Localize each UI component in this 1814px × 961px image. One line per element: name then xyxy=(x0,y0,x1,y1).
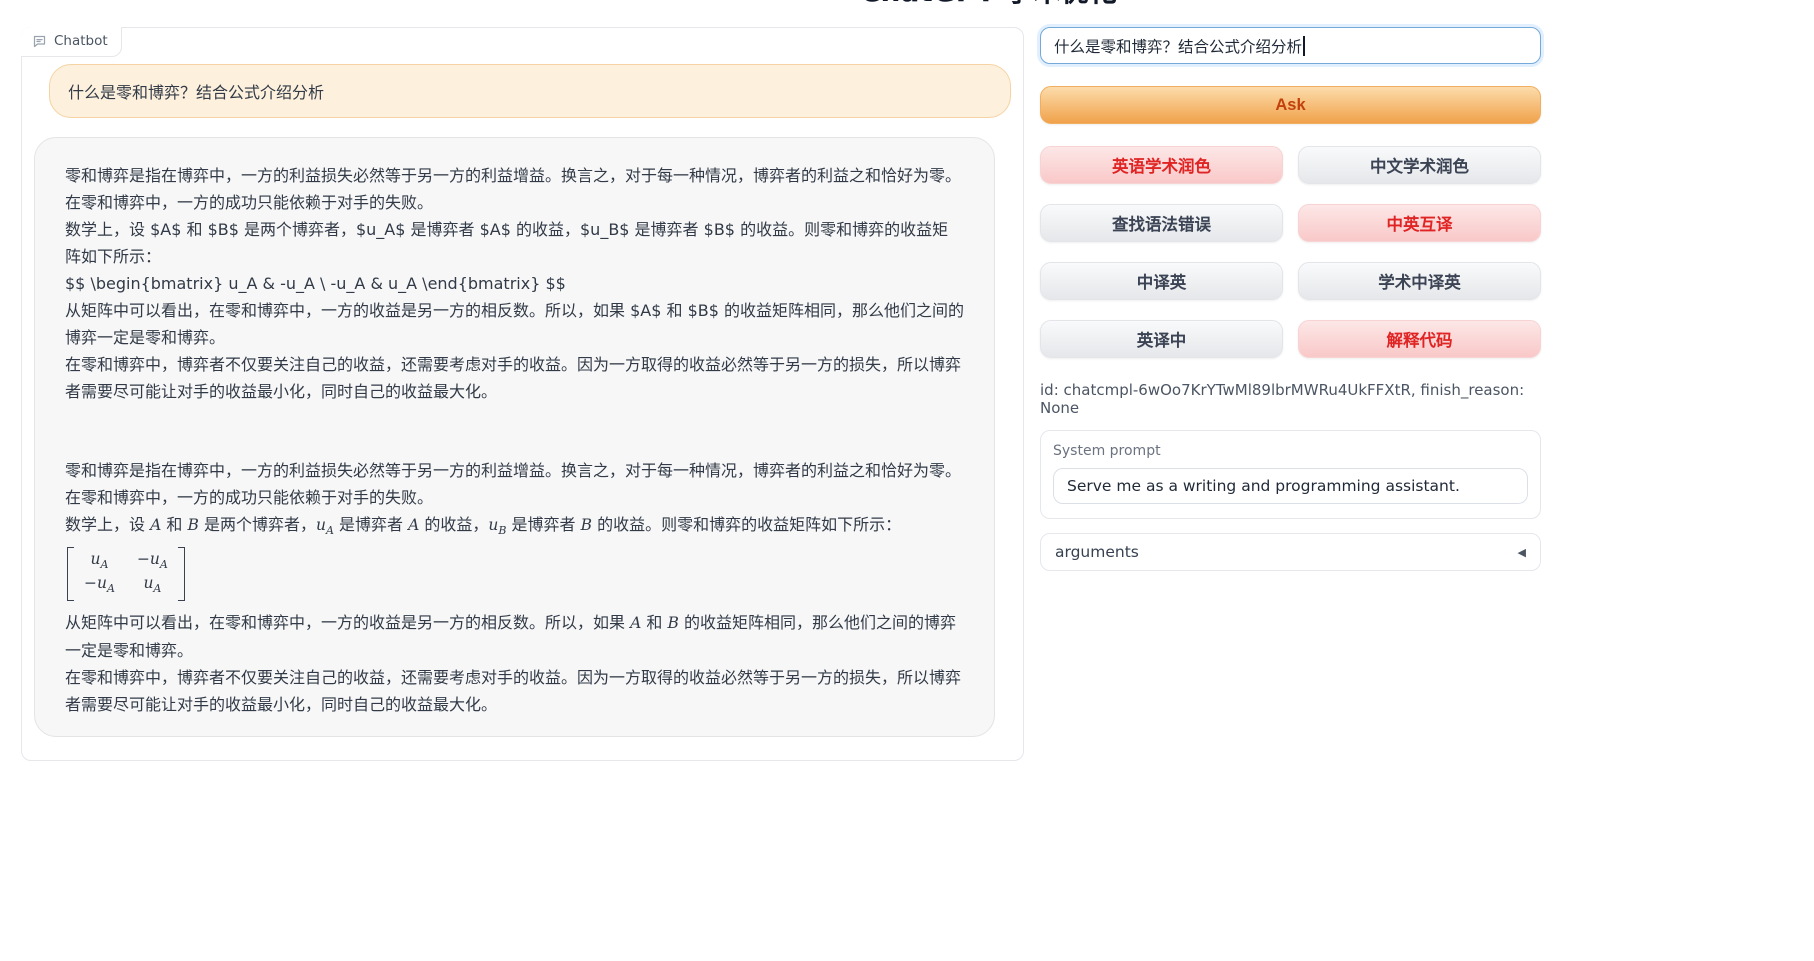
text-run: 从矩阵中可以看出，在零和博弈中，一方的收益是另一方的相反数。所以，如果 xyxy=(65,613,630,632)
system-prompt-input[interactable]: Serve me as a writing and programming as… xyxy=(1053,468,1528,504)
user-message-bubble: 什么是零和博弈？结合公式介绍分析 xyxy=(49,64,1011,118)
bot-rendered-paragraph: 从矩阵中可以看出，在零和博弈中，一方的收益是另一方的相反数。所以，如果 A 和 … xyxy=(65,609,964,664)
matrix-right-bracket xyxy=(178,547,185,601)
message-list: 什么是零和博弈？结合公式介绍分析 零和博弈是指在博弈中，一方的利益损失必然等于另… xyxy=(22,28,1023,737)
question-input-value: 什么是零和博弈？结合公式介绍分析 xyxy=(1054,35,1302,57)
bot-raw-paragraph: 在零和博弈中，博弈者不仅要关注自己的收益，还需要考虑对手的收益。因为一方取得的收… xyxy=(65,351,964,405)
bot-raw-paragraph: 从矩阵中可以看出，在零和博弈中，一方的收益是另一方的相反数。所以，如果 $A$ … xyxy=(65,297,964,351)
button-explain-code[interactable]: 解释代码 xyxy=(1298,320,1541,358)
text-run: 和 xyxy=(641,613,667,632)
user-message-text: 什么是零和博弈？结合公式介绍分析 xyxy=(68,79,324,103)
math-var: B xyxy=(581,516,592,534)
matrix-cell: uA xyxy=(84,550,115,574)
math-var: A xyxy=(630,614,641,632)
matrix-cell: −uA xyxy=(84,574,115,598)
control-panel: 什么是零和博弈？结合公式介绍分析 Ask 英语学术润色 中文学术润色 查找语法错… xyxy=(1040,27,1541,571)
math-var: B xyxy=(187,516,198,534)
math-var: B xyxy=(667,614,678,632)
page-title: ChatGPT 学术优化 xyxy=(860,0,1120,8)
matrix-cell: uA xyxy=(137,574,168,598)
arguments-accordion-label: arguments xyxy=(1055,543,1139,561)
button-academic-zh-to-en[interactable]: 学术中译英 xyxy=(1298,262,1541,300)
quick-action-grid: 英语学术润色 中文学术润色 查找语法错误 中英互译 中译英 学术中译英 英译中 … xyxy=(1040,146,1541,358)
bot-answer-raw: 零和博弈是指在博弈中，一方的利益损失必然等于另一方的利益增益。换言之，对于每一种… xyxy=(65,162,964,405)
chatbot-panel: Chatbot 什么是零和博弈？结合公式介绍分析 零和博弈是指在博弈中，一方的利… xyxy=(21,27,1024,761)
bot-raw-paragraph: 数学上，设 $A$ 和 $B$ 是两个博弈者，$u_A$ 是博弈者 $A$ 的收… xyxy=(65,216,964,270)
button-zh-en-mutual-translate[interactable]: 中英互译 xyxy=(1298,204,1541,242)
chatbot-label: Chatbot xyxy=(21,27,122,57)
chatbot-label-text: Chatbot xyxy=(54,33,108,49)
collapse-arrow-icon: ◀ xyxy=(1518,546,1526,559)
matrix-left-bracket xyxy=(67,547,74,601)
math-var: uA xyxy=(316,516,334,534)
text-run: 是博弈者 xyxy=(334,515,408,534)
text-run: 的收益， xyxy=(419,515,488,534)
response-status-line: id: chatcmpl-6wOo7KrYTwMl89lbrMWRu4UkFFX… xyxy=(1040,381,1541,417)
system-prompt-label: System prompt xyxy=(1053,443,1528,459)
system-prompt-value: Serve me as a writing and programming as… xyxy=(1067,477,1460,495)
button-find-grammar-errors[interactable]: 查找语法错误 xyxy=(1040,204,1283,242)
payoff-matrix: uA −uA −uA uA xyxy=(67,547,185,601)
text-run: 数学上，设 xyxy=(65,515,150,534)
system-prompt-group: System prompt Serve me as a writing and … xyxy=(1040,430,1541,519)
bot-message-bubble: 零和博弈是指在博弈中，一方的利益损失必然等于另一方的利益增益。换言之，对于每一种… xyxy=(34,137,995,737)
button-chinese-academic-polish[interactable]: 中文学术润色 xyxy=(1298,146,1541,184)
bot-answer-rendered: 零和博弈是指在博弈中，一方的利益损失必然等于另一方的利益增益。换言之，对于每一种… xyxy=(65,457,964,718)
bot-raw-latex-line: $$ \begin{bmatrix} u_A & -u_A \ -u_A & u… xyxy=(65,270,964,297)
matrix-cell: −uA xyxy=(137,550,168,574)
arguments-accordion-header[interactable]: arguments ◀ xyxy=(1040,533,1541,571)
bot-rendered-paragraph: 零和博弈是指在博弈中，一方的利益损失必然等于另一方的利益增益。换言之，对于每一种… xyxy=(65,457,964,511)
button-english-academic-polish[interactable]: 英语学术润色 xyxy=(1040,146,1283,184)
bot-rendered-paragraph: 在零和博弈中，博弈者不仅要关注自己的收益，还需要考虑对手的收益。因为一方取得的收… xyxy=(65,664,964,718)
text-caret xyxy=(1303,36,1305,56)
text-run: 和 xyxy=(161,515,187,534)
page-title-clipped: ChatGPT 学术优化 xyxy=(860,0,1120,8)
math-var: A xyxy=(408,516,419,534)
text-run: 是博弈者 xyxy=(506,515,580,534)
question-input[interactable]: 什么是零和博弈？结合公式介绍分析 xyxy=(1040,27,1541,64)
math-var: A xyxy=(150,516,161,534)
bot-raw-paragraph: 零和博弈是指在博弈中，一方的利益损失必然等于另一方的利益增益。换言之，对于每一种… xyxy=(65,162,964,216)
math-var: uB xyxy=(488,516,506,534)
bot-rendered-paragraph: 数学上，设 A 和 B 是两个博弈者，uA 是博弈者 A 的收益，uB 是博弈者… xyxy=(65,511,964,544)
chat-bubble-icon xyxy=(32,34,47,49)
ask-button[interactable]: Ask xyxy=(1040,86,1541,124)
text-run: 的收益。则零和博弈的收益矩阵如下所示： xyxy=(592,515,901,534)
text-run: 是两个博弈者， xyxy=(199,515,316,534)
button-zh-to-en[interactable]: 中译英 xyxy=(1040,262,1283,300)
button-en-to-zh[interactable]: 英译中 xyxy=(1040,320,1283,358)
